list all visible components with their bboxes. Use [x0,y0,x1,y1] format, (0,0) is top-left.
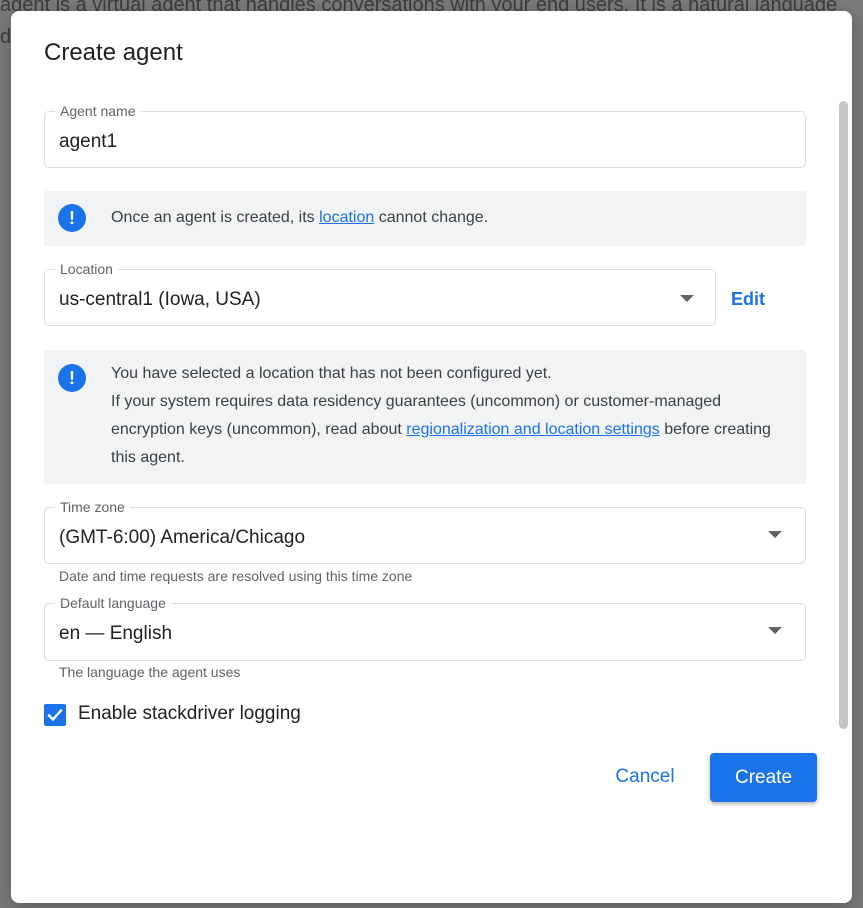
checkmark-icon [47,708,63,722]
default-language-label: Default language [55,594,171,612]
info-icon: ! [58,204,86,232]
default-language-value: en — English [59,623,173,644]
dialog-title: Create agent [44,39,183,66]
notice-text-after: cannot change. [374,209,489,226]
location-notice: ! Once an agent is created, its location… [44,191,806,246]
default-language-select[interactable]: Default language en — English [44,594,806,661]
configuration-notice-text: You have selected a location that has no… [111,360,791,472]
location-link[interactable]: location [319,209,374,226]
chevron-down-icon [768,531,782,538]
agent-name-label: Agent name [55,102,141,120]
stackdriver-logging-checkbox[interactable] [44,704,66,726]
location-value: us-central1 (Iowa, USA) [59,289,261,310]
location-select[interactable]: Location us-central1 (Iowa, USA) [44,260,716,326]
agent-name-field[interactable]: Agent name agent1 [44,102,806,168]
time-zone-hint: Date and time requests are resolved usin… [59,568,413,584]
agent-name-input[interactable]: agent1 [59,130,117,154]
default-language-hint: The language the agent uses [59,664,241,680]
location-label: Location [55,260,118,278]
configuration-notice: ! You have selected a location that has … [44,350,806,484]
info-icon: ! [58,364,86,392]
chevron-down-icon [680,295,694,302]
notice-text-before: Once an agent is created, its [111,209,320,226]
chevron-down-icon [768,627,782,634]
config-notice-line-1: You have selected a location that has no… [111,365,552,382]
create-agent-dialog: Create agent Agent name agent1 ! Once an… [11,11,852,903]
cancel-button[interactable]: Cancel [601,764,689,790]
time-zone-value: (GMT-6:00) America/Chicago [59,527,306,548]
create-button[interactable]: Create [710,753,817,802]
dialog-scrollbar[interactable] [839,101,848,729]
time-zone-select[interactable]: Time zone (GMT-6:00) America/Chicago [44,498,806,564]
config-notice-line-2: If your system requires data residency g… [111,388,791,472]
location-notice-text: Once an agent is created, its location c… [111,204,488,232]
stackdriver-logging-label: Enable stackdriver logging [78,703,301,724]
time-zone-label: Time zone [55,498,130,516]
regionalization-link[interactable]: regionalization and location settings [406,421,660,438]
edit-location-button[interactable]: Edit [731,286,791,312]
